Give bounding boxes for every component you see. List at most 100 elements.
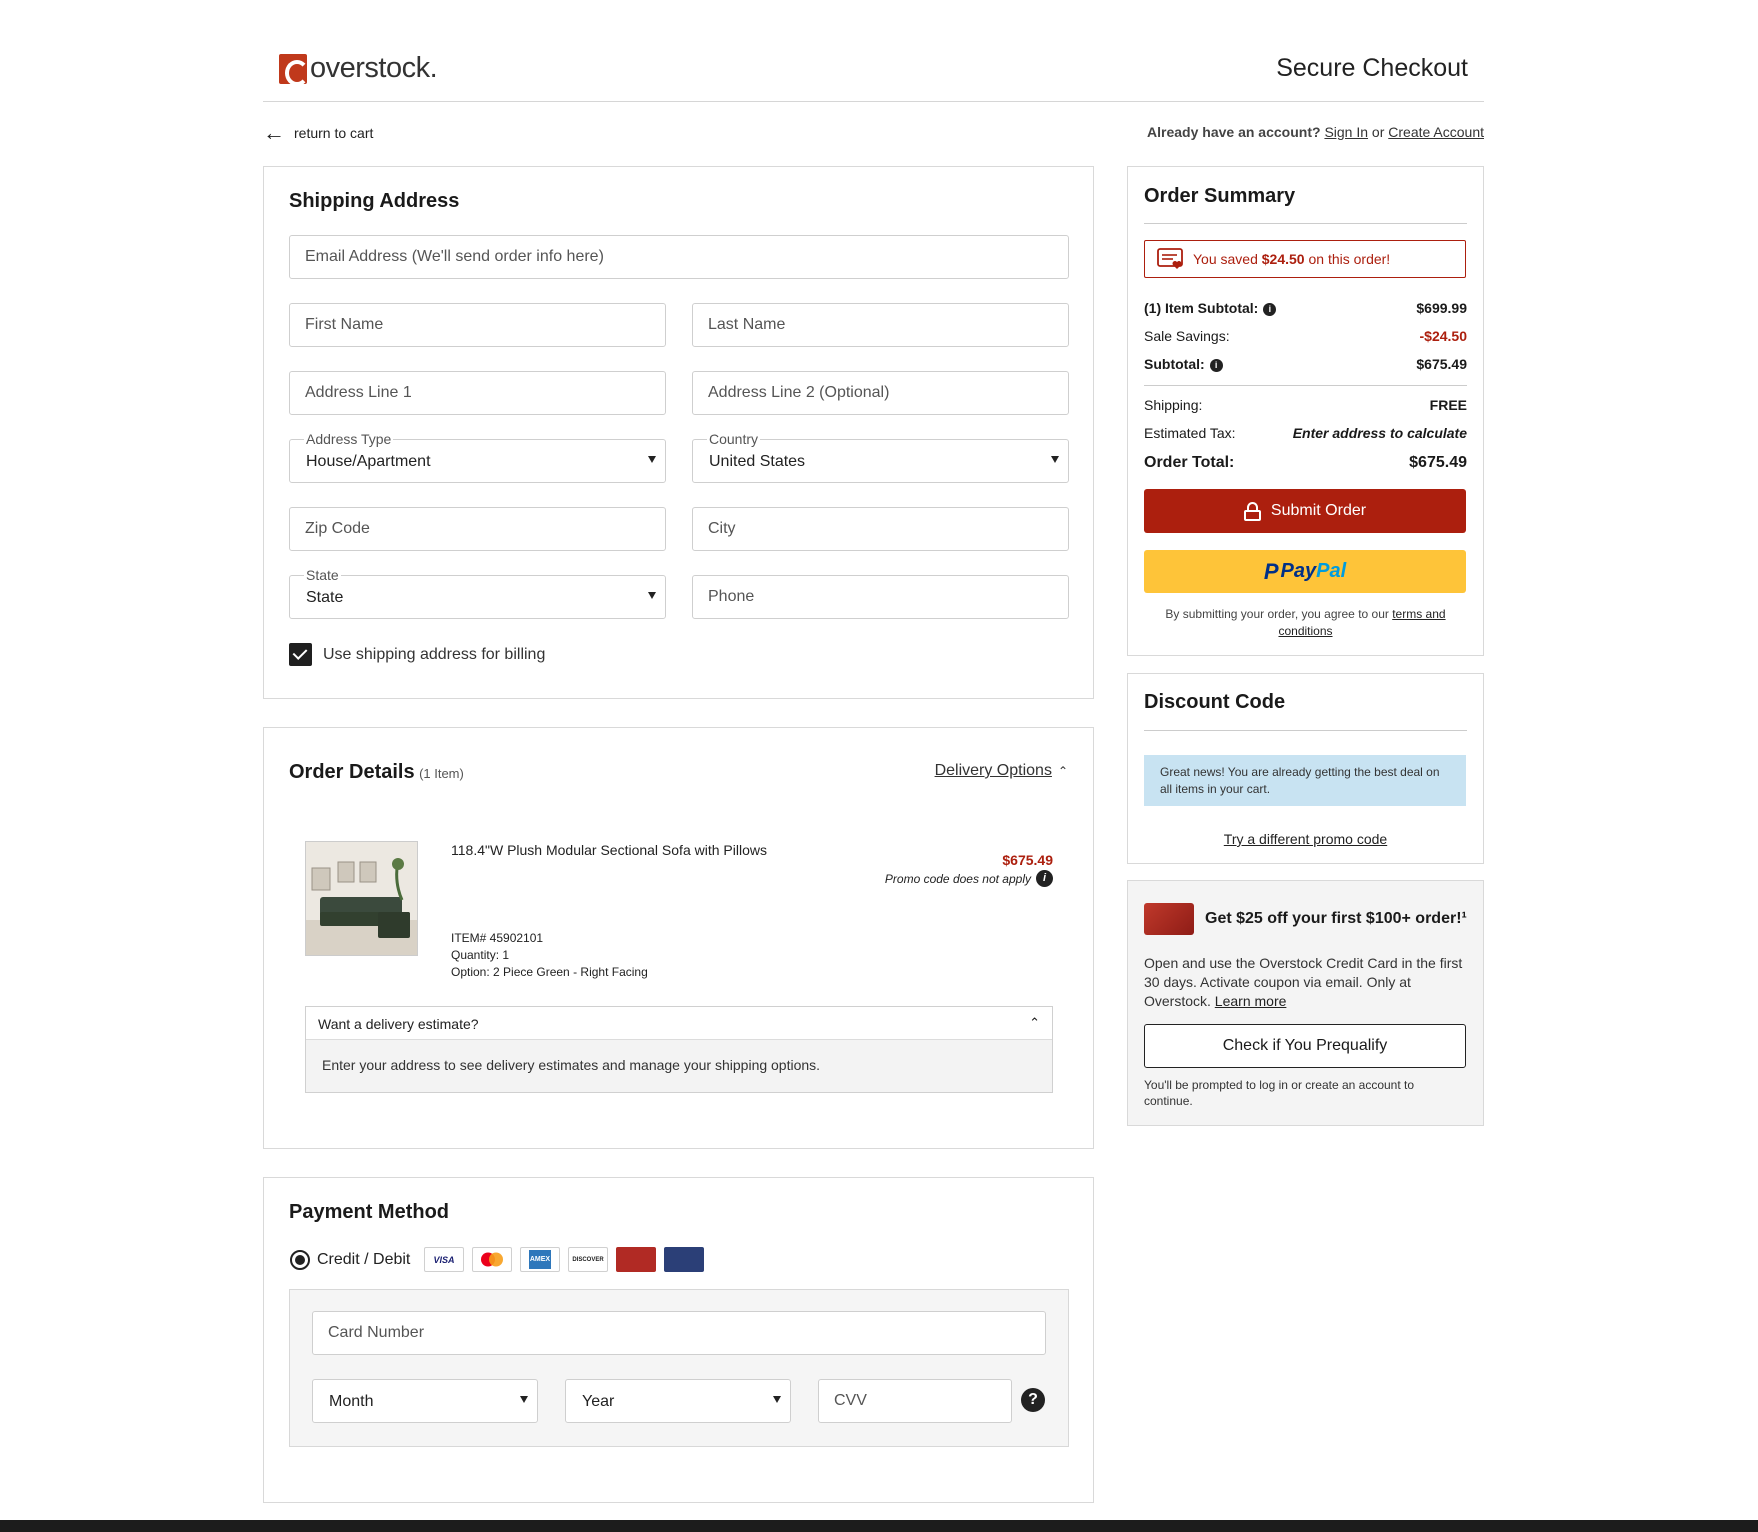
last-name-field[interactable]: Last Name [692, 303, 1069, 347]
paypal-button[interactable]: P Pay Pal [1144, 550, 1466, 593]
estimated-tax-label: Estimated Tax: [1144, 425, 1236, 441]
caret-down-icon [648, 592, 656, 599]
month-select[interactable]: Month [312, 1379, 538, 1423]
country-select[interactable]: Country United States [692, 431, 1069, 483]
order-total-row: Order Total: $675.49 [1144, 454, 1467, 472]
savings-amount: $24.50 [1261, 251, 1305, 267]
terms-prefix: By submitting your order, you agree to o… [1165, 607, 1393, 621]
order-total-value: $675.49 [1409, 454, 1467, 471]
card-number-field[interactable]: Card Number [312, 1311, 1046, 1355]
cvv-field[interactable]: CVV [818, 1379, 1012, 1423]
year-select[interactable]: Year [565, 1379, 791, 1423]
try-promo-link[interactable]: Try a different promo code [1128, 831, 1483, 847]
city-field[interactable]: City [692, 507, 1069, 551]
learn-more-link[interactable]: Learn more [1215, 993, 1287, 1009]
caret-down-icon [648, 456, 656, 463]
credit-debit-label: Credit / Debit [317, 1251, 411, 1268]
year-value: Year [582, 1393, 615, 1410]
arrow-left-icon: ← [263, 120, 285, 145]
subtotal-label-wrap: Subtotal: i [1144, 356, 1223, 372]
overstock-logo[interactable]: overstock. [279, 52, 438, 86]
phone-field[interactable]: Phone [692, 575, 1069, 619]
order-summary-card: Order Summary You saved $24.50 on this o… [1127, 166, 1484, 656]
state-label: State [304, 567, 341, 583]
paypal-pal: Pal [1316, 560, 1347, 582]
order-details-title: Order Details [289, 761, 415, 783]
email-field[interactable]: Email Address (We'll send order info her… [289, 235, 1069, 279]
sign-in-link[interactable]: Sign In [1324, 124, 1368, 140]
zip-code-field[interactable]: Zip Code [289, 507, 666, 551]
country-value: United States [709, 453, 806, 470]
order-summary-title: Order Summary [1144, 185, 1296, 207]
prequalify-label: Check if You Prequalify [1222, 1037, 1388, 1054]
billing-checkbox-label: Use shipping address for billing [323, 646, 546, 663]
chevron-up-icon: ⌃ [1057, 764, 1068, 778]
delivery-options-label: Delivery Options [934, 762, 1052, 779]
month-value: Month [329, 1393, 374, 1410]
site-header: overstock. Secure Checkout [263, 40, 1484, 102]
caret-down-icon [1051, 456, 1059, 463]
discount-title: Discount Code [1144, 691, 1286, 713]
card-entry-panel: Card Number Month Year CVV ? [289, 1289, 1069, 1447]
item-subtotal-label: (1) Item Subtotal: [1144, 300, 1259, 316]
item-subtotal-row: (1) Item Subtotal: i $699.99 [1144, 300, 1467, 316]
create-account-link[interactable]: Create Account [1388, 124, 1484, 140]
delivery-estimate-body: Enter your address to see delivery estim… [306, 1040, 1052, 1092]
savings-prefix: You saved [1193, 251, 1262, 267]
product-name[interactable]: 118.4"W Plush Modular Sectional Sofa wit… [451, 842, 767, 858]
promo-note: Promo code does not apply i [885, 870, 1053, 887]
overstock-card-image [1144, 903, 1194, 935]
lock-icon [1243, 501, 1261, 521]
sale-savings-value: -$24.50 [1419, 328, 1467, 344]
discount-notice: Great news! You are already getting the … [1144, 755, 1466, 806]
sale-savings-row: Sale Savings: -$24.50 [1144, 328, 1467, 344]
item-subtotal-value: $699.99 [1416, 300, 1467, 316]
country-label: Country [707, 431, 761, 447]
item-subtotal-label-wrap: (1) Item Subtotal: i [1144, 300, 1277, 316]
terms-text: By submitting your order, you agree to o… [1158, 606, 1453, 640]
state-select[interactable]: State State [289, 567, 666, 619]
or-text: or [1371, 124, 1385, 140]
delivery-options-toggle[interactable]: Delivery Options ⌃ [935, 762, 1068, 780]
info-icon[interactable]: i [1263, 302, 1277, 316]
address-type-label: Address Type [304, 431, 394, 447]
divider [1144, 223, 1467, 224]
address-type-value: House/Apartment [306, 453, 431, 470]
logo-mark-icon [279, 53, 309, 86]
info-icon[interactable]: i [1209, 358, 1223, 372]
submit-order-label: Submit Order [1270, 502, 1367, 519]
billing-checkbox[interactable] [289, 643, 312, 666]
chevron-up-icon: ⌃ [1029, 1015, 1040, 1030]
state-value: State [306, 589, 344, 606]
shipping-label: Shipping: [1144, 397, 1203, 413]
account-prompt: Already have an account? Sign In or Crea… [1147, 124, 1484, 140]
savings-banner: You saved $24.50 on this order! [1144, 240, 1466, 278]
item-option: Option: 2 Piece Green - Right Facing [451, 965, 648, 979]
overstock-card-icon [616, 1247, 656, 1272]
address-line-2-field[interactable]: Address Line 2 (Optional) [692, 371, 1069, 415]
credit-debit-radio[interactable] [290, 1250, 310, 1270]
promo-note-text: Promo code does not apply [884, 871, 1031, 886]
account-prompt-text: Already have an account? [1147, 124, 1321, 140]
page-title: Secure Checkout [1276, 54, 1468, 82]
help-icon[interactable]: ? [1021, 1388, 1045, 1412]
delivery-estimate-title: Want a delivery estimate? [318, 1016, 479, 1032]
info-icon[interactable]: i [1036, 870, 1053, 887]
order-details-heading: Order Details (1 Item) [289, 761, 464, 784]
item-quantity: Quantity: 1 [451, 948, 510, 962]
delivery-estimate-header[interactable]: Want a delivery estimate? ⌃ [306, 1007, 1052, 1040]
first-name-field[interactable]: First Name [289, 303, 666, 347]
credit-card-icon [664, 1247, 704, 1272]
address-type-select[interactable]: Address Type House/Apartment [289, 431, 666, 483]
address-line-1-field[interactable]: Address Line 1 [289, 371, 666, 415]
product-image[interactable] [305, 841, 418, 956]
prequalify-button[interactable]: Check if You Prequalify [1144, 1024, 1466, 1068]
estimated-tax-value: Enter address to calculate [1292, 425, 1467, 441]
order-total-label: Order Total: [1144, 454, 1235, 471]
subtotal-label: Subtotal: [1144, 356, 1205, 372]
credit-promo-card: Get $25 off your first $100+ order!¹ Ope… [1127, 880, 1484, 1126]
submit-order-button[interactable]: Submit Order [1144, 489, 1466, 533]
return-to-cart-link[interactable]: ← return to cart [263, 122, 373, 144]
payment-method-card: Payment Method Credit / Debit VISA AMEX … [263, 1177, 1094, 1503]
divider [1144, 730, 1467, 731]
